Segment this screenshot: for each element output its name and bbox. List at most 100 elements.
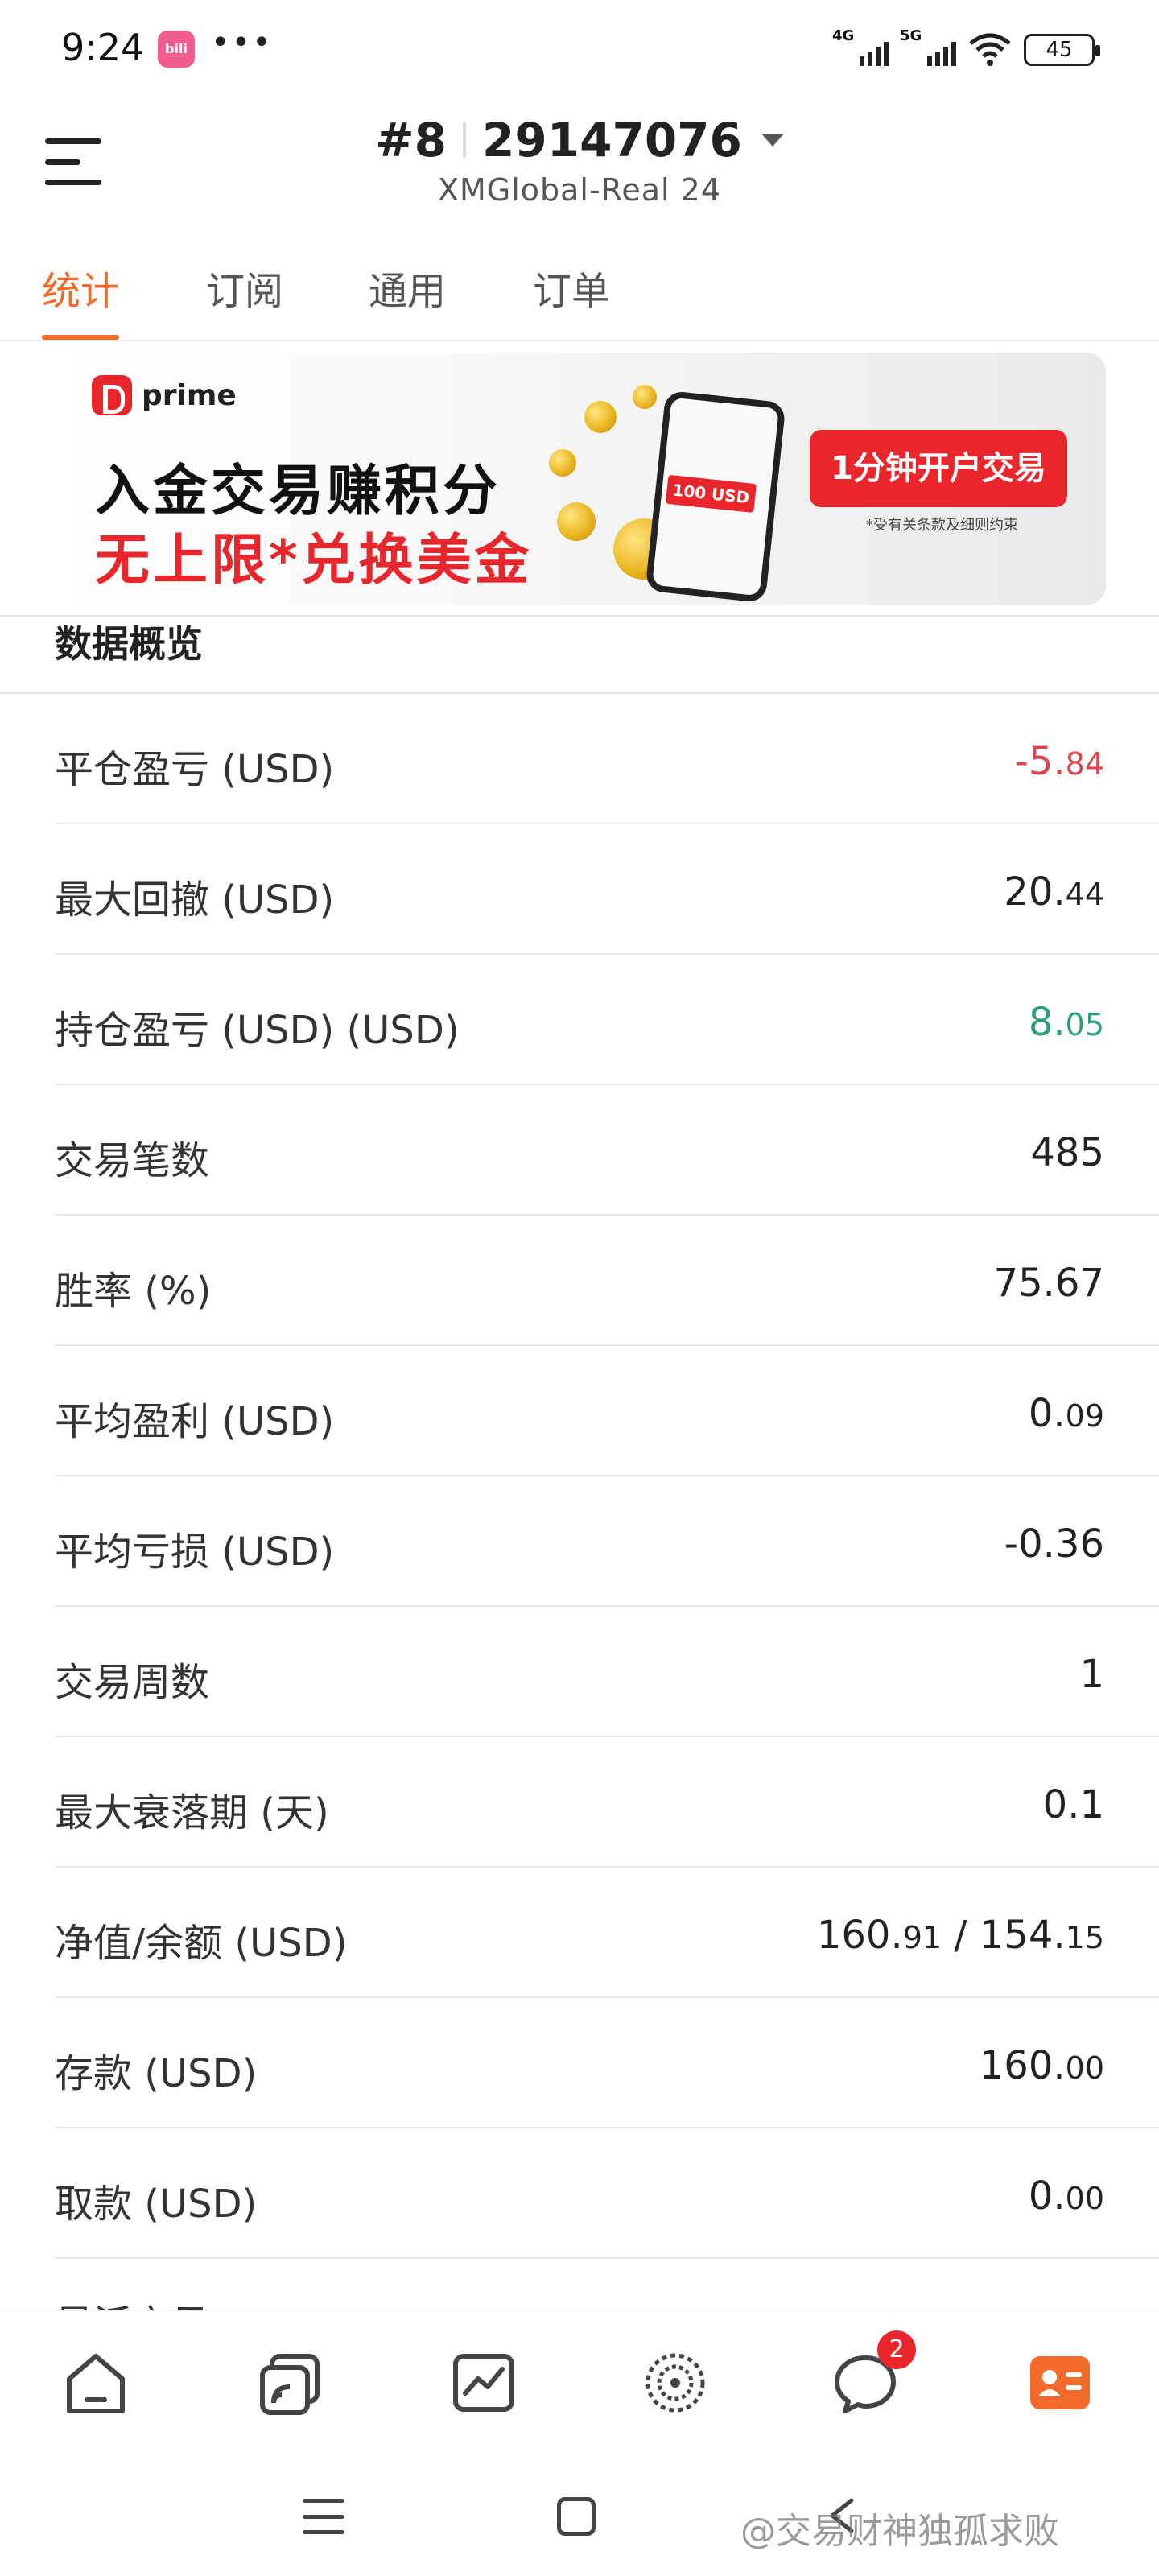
recent-apps-button[interactable] <box>303 2499 344 2534</box>
stat-value-dec: 91 <box>902 1920 942 1955</box>
account-prefix: #8 <box>375 113 448 167</box>
stat-value-int: 485 <box>1030 1130 1104 1175</box>
section-header: 数据概览 <box>0 615 1159 694</box>
stat-value-dec: 44 <box>1065 877 1104 912</box>
messages-badge: 2 <box>877 2330 916 2369</box>
stat-value-int: 0.1 <box>1042 1782 1104 1827</box>
stat-row-avg-loss: 平均亏损 (USD) -0.36 <box>55 1476 1159 1607</box>
stat-value-dec: 00 <box>1065 2181 1104 2216</box>
stat-row-deposits: 存款 (USD) 160.00 <box>55 1998 1159 2128</box>
open-account-button[interactable]: 1分钟开户交易 <box>810 430 1067 507</box>
recent-apps-bar <box>303 2499 344 2503</box>
account-selector[interactable]: #8 29147076 XMGlobal-Real 24 <box>338 113 821 208</box>
account-separator <box>463 122 467 158</box>
stat-value: 160.00 <box>980 2043 1104 2088</box>
stat-value: 0.00 <box>1029 2174 1104 2219</box>
stat-value-int: 0. <box>1028 1391 1066 1436</box>
menu-bar <box>45 180 101 185</box>
stat-value-dec: 84 <box>1065 746 1104 782</box>
stat-value: 8.05 <box>1029 1000 1104 1045</box>
home-icon <box>67 2354 125 2413</box>
copy-trading-icon <box>260 2354 320 2415</box>
stat-row-max-drawdown: 最大回撤 (USD) 20.44 <box>55 824 1159 955</box>
stat-label: 净值/余额 (USD) <box>55 1921 348 1966</box>
battery-icon: 45 <box>1024 34 1100 66</box>
signal-4g-label: 4G <box>832 27 855 44</box>
stat-row-equity-balance: 净值/余额 (USD) 160.91 / 154.15 <box>55 1868 1159 1998</box>
stat-label: 平均盈利 (USD) <box>55 1399 335 1444</box>
stat-value-dec: 00 <box>1065 2050 1104 2086</box>
status-time: 9:24 <box>61 26 145 69</box>
tab-statistics[interactable]: 统计 <box>42 259 120 340</box>
stat-value: 485 <box>1030 1130 1104 1175</box>
tab-general[interactable]: 通用 <box>369 259 446 340</box>
account-number: 29147076 <box>482 113 742 167</box>
stat-value-int: 1 <box>1079 1652 1104 1697</box>
stat-value-dec: 05 <box>1065 1007 1104 1042</box>
stat-value: 75.67 <box>994 1261 1104 1306</box>
stat-value: 0.1 <box>1043 1782 1104 1827</box>
stat-value: 1 <box>1079 1652 1104 1697</box>
menu-bar <box>45 159 80 165</box>
nav-copy-trading[interactable] <box>254 2347 327 2419</box>
coin-icon <box>633 385 657 409</box>
bilibili-icon: bili <box>158 31 195 68</box>
coin-icon <box>557 502 596 541</box>
tab-bar: 统计 订阅 通用 订单 <box>0 242 1159 341</box>
nav-market[interactable] <box>448 2347 520 2419</box>
nav-home[interactable] <box>60 2347 132 2419</box>
stat-value-int: 8. <box>1028 1000 1066 1045</box>
stat-row-avg-profit: 平均盈利 (USD) 0.09 <box>55 1346 1159 1476</box>
menu-bar <box>45 138 101 144</box>
stat-value-int: 20. <box>1004 869 1066 914</box>
system-nav-bar: @交易财神独孤求败 <box>0 2455 1159 2576</box>
promo-banner[interactable]: prime 入金交易赚积分 无上限*兑换美金 100 USD 1分钟开户交易 *… <box>53 353 1106 605</box>
stat-value-int: -0.36 <box>1004 1521 1104 1567</box>
tab-subscriptions[interactable]: 订阅 <box>206 259 283 340</box>
prime-logo: prime <box>92 375 237 415</box>
signal-5g-label: 5G <box>900 27 922 44</box>
stat-value: -5.84 <box>1015 739 1104 784</box>
coin-icon <box>549 449 576 477</box>
recent-apps-bar <box>303 2514 344 2519</box>
stat-row-win-rate: 胜率 (%) 75.67 <box>55 1216 1159 1346</box>
stat-value-int: 75.67 <box>993 1261 1104 1306</box>
chart-icon <box>453 2354 514 2412</box>
stat-label: 取款 (USD) <box>55 2182 258 2227</box>
tab-orders[interactable]: 订单 <box>533 259 610 340</box>
stat-row-withdrawals: 取款 (USD) 0.00 <box>55 2128 1159 2259</box>
nav-messages[interactable]: 2 <box>829 2330 916 2419</box>
bottom-nav: 2 <box>0 2310 1159 2455</box>
phone-illustration: 100 USD <box>645 390 786 604</box>
stat-value-dec: 09 <box>1065 1398 1104 1434</box>
caret-down-icon <box>761 134 784 147</box>
nav-discover[interactable] <box>639 2347 711 2419</box>
stat-label: 交易周数 <box>55 1660 210 1705</box>
signal-4g-icon: 4G <box>832 27 889 66</box>
status-bar: 9:24 bili ••• 4G 5G 45 <box>0 0 1159 100</box>
phone-screen: 100 USD <box>652 397 779 597</box>
stat-row-trade-count: 交易笔数 485 <box>55 1085 1159 1216</box>
more-notifications-icon: ••• <box>211 24 273 61</box>
watermark-text: @交易财神独孤求败 <box>740 2511 1059 2552</box>
stat-row-closed-pnl: 平仓盈亏 (USD) -5.84 <box>55 694 1159 824</box>
phone-badge: 100 USD <box>665 474 757 514</box>
stat-value: 0.09 <box>1029 1391 1104 1436</box>
stat-value: -0.36 <box>1004 1521 1104 1567</box>
stat-label: 持仓盈亏 (USD) (USD) <box>55 1008 460 1053</box>
stat-value-int: 0. <box>1028 2174 1066 2219</box>
account-server: XMGlobal-Real 24 <box>437 172 722 208</box>
stat-value-int: / 154. <box>942 1913 1066 1958</box>
stat-row-max-decline-period: 最大衰落期 (天) 0.1 <box>55 1737 1159 1868</box>
banner-headline: 入金交易赚积分 <box>95 460 501 523</box>
nav-profile[interactable] <box>1024 2347 1096 2419</box>
stat-label: 胜率 (%) <box>55 1269 212 1314</box>
section-title: 数据概览 <box>55 622 203 666</box>
stat-label: 交易笔数 <box>55 1138 210 1183</box>
home-button[interactable] <box>557 2497 596 2536</box>
menu-button[interactable] <box>45 135 103 188</box>
stat-label: 最大衰落期 (天) <box>55 1790 329 1835</box>
coin-icon <box>584 401 617 433</box>
stat-row-trading-weeks: 交易周数 1 <box>55 1607 1159 1737</box>
stat-value-int: -5. <box>1014 739 1066 784</box>
